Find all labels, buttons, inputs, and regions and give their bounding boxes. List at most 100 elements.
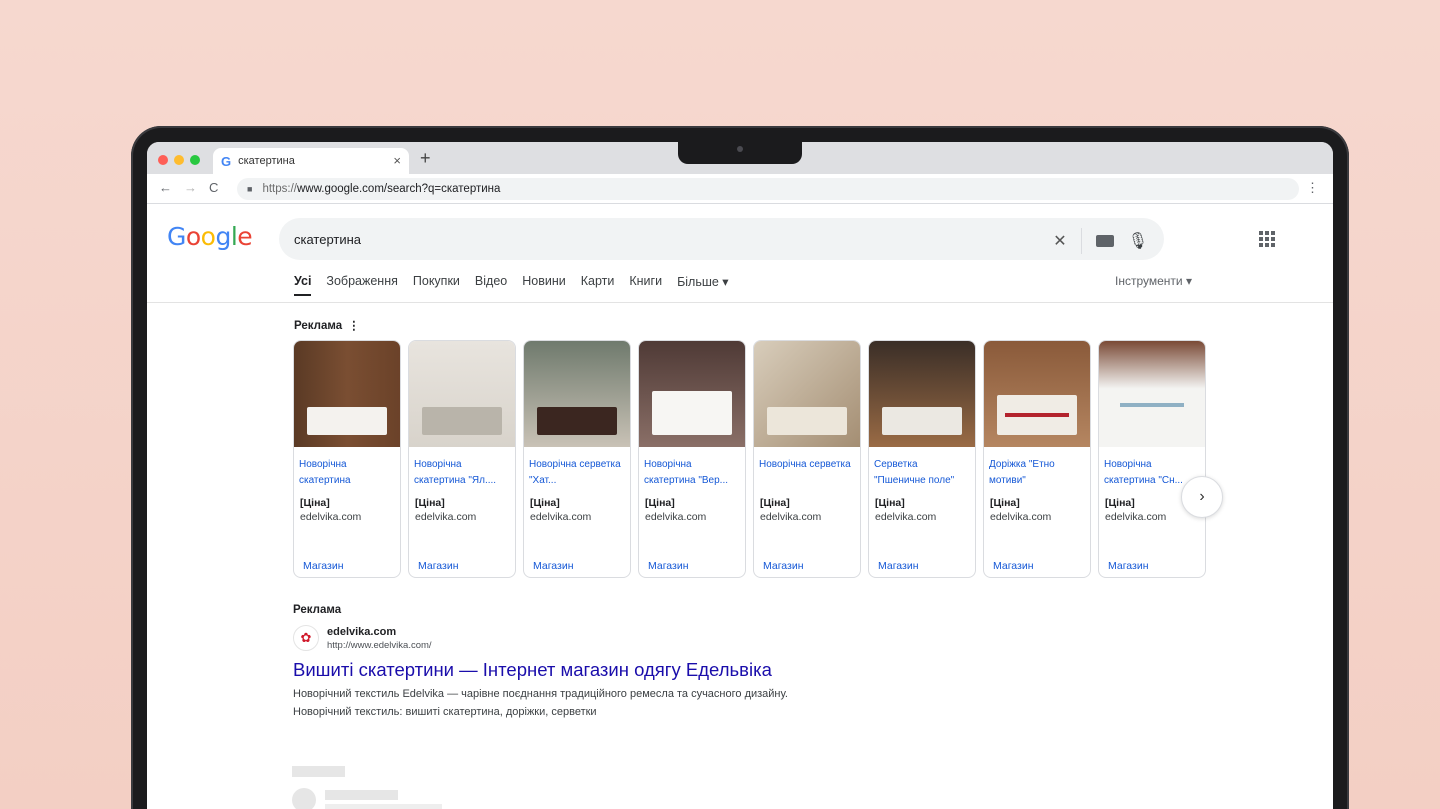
search-actions: ✕ 🎙 [1053, 228, 1148, 254]
apps-grid-icon[interactable] [1259, 231, 1275, 247]
product-title[interactable]: Серветка "Пшеничне поле" [869, 447, 975, 497]
maximize-window-button[interactable] [190, 155, 200, 165]
tablecloth-shape [766, 407, 848, 435]
url-field[interactable]: ■ https:// www.google.com/search?q=скате… [237, 178, 1299, 200]
product-domain: edelvika.com [875, 511, 937, 523]
carousel-next-button[interactable]: › [1181, 476, 1223, 518]
shop-link[interactable]: Магазин [878, 560, 919, 572]
product-title[interactable]: Доріжка "Етно мотиви" [984, 447, 1090, 497]
lock-icon: ■ [247, 184, 253, 194]
product-title[interactable]: Новорічна серветка "Хат... [524, 447, 630, 497]
tab-images[interactable]: Зображення [326, 274, 397, 296]
product-image [294, 341, 400, 447]
divider [147, 302, 1333, 303]
ad-domain: edelvika.com [327, 625, 397, 638]
product-image [869, 341, 975, 447]
close-window-button[interactable] [158, 155, 168, 165]
tab-shopping[interactable]: Покупки [413, 274, 460, 296]
product-title[interactable]: Новорічна серветка [754, 447, 860, 497]
shop-link[interactable]: Магазин [993, 560, 1034, 572]
shop-link[interactable]: Магазин [1108, 560, 1149, 572]
ad-headline-link[interactable]: Вишиті скатертини — Інтернет магазин одя… [293, 659, 893, 681]
runner-shape [1120, 403, 1184, 407]
reload-icon[interactable]: C [209, 180, 218, 195]
shop-link[interactable]: Магазин [303, 560, 344, 572]
product-title[interactable]: Новорічна скатертина "Ял.... [409, 447, 515, 497]
product-card[interactable]: Доріжка "Етно мотиви" [Ціна] edelvika.co… [983, 340, 1091, 578]
product-image [639, 341, 745, 447]
shop-link[interactable]: Магазин [418, 560, 459, 572]
product-card[interactable]: Новорічна скатертина "Вер... [Ціна] edel… [638, 340, 746, 578]
google-favicon-icon: G [221, 153, 232, 169]
back-icon[interactable]: ← [159, 180, 172, 195]
tablecloth-shape [536, 407, 618, 435]
product-domain: edelvika.com [760, 511, 822, 523]
product-card[interactable]: Новорічна серветка [Ціна] edelvika.com М… [753, 340, 861, 578]
tab-news[interactable]: Новини [522, 274, 566, 296]
loading-skeleton [325, 804, 442, 809]
divider [1080, 228, 1082, 254]
product-price: [Ціна] [645, 497, 675, 509]
tablecloth-shape [881, 407, 963, 435]
browser-window: G скатертина × + ← → C ■ https:// www.go… [147, 142, 1333, 809]
forward-icon[interactable]: → [184, 180, 197, 195]
loading-skeleton [325, 790, 398, 800]
google-results-page: Google скатертина ✕ 🎙 Усі Зображення Пок… [147, 204, 1333, 809]
search-input[interactable]: скатертина ✕ 🎙 [279, 218, 1164, 260]
product-card[interactable]: Новорічна серветка "Хат... [Ціна] edelvi… [523, 340, 631, 578]
shopping-ads-label: Реклама ⋮ [294, 318, 360, 332]
browser-tab[interactable]: G скатертина × [213, 148, 409, 174]
laptop-frame: G скатертина × + ← → C ■ https:// www.go… [131, 126, 1349, 809]
product-card[interactable]: Серветка "Пшеничне поле" [Ціна] edelvika… [868, 340, 976, 578]
clear-search-icon[interactable]: ✕ [1053, 231, 1066, 251]
product-price: [Ціна] [760, 497, 790, 509]
product-price: [Ціна] [875, 497, 905, 509]
new-tab-button[interactable]: + [420, 148, 431, 169]
product-card[interactable]: Новорічна скатертина [Ціна] edelvika.com… [293, 340, 401, 578]
product-price: [Ціна] [415, 497, 445, 509]
product-price: [Ціна] [530, 497, 560, 509]
nav-buttons: ← → C [159, 180, 218, 195]
camera-notch [678, 142, 802, 164]
product-domain: edelvika.com [415, 511, 477, 523]
tab-title: скатертина [238, 155, 295, 167]
camera-icon [737, 146, 743, 152]
shop-link[interactable]: Магазин [763, 560, 804, 572]
product-title[interactable]: Новорічна скатертина "Вер... [639, 447, 745, 497]
product-title[interactable]: Новорічна скатертина [294, 447, 400, 497]
shop-link[interactable]: Магазин [648, 560, 689, 572]
tab-books[interactable]: Книги [629, 274, 662, 296]
product-card[interactable]: Новорічна скатертина "Сн... [Ціна] edelv… [1098, 340, 1206, 578]
search-tabs: Усі Зображення Покупки Відео Новини Карт… [294, 274, 729, 296]
keyboard-icon[interactable] [1095, 235, 1114, 247]
ad-label: Реклама [293, 604, 342, 616]
tab-maps[interactable]: Карти [581, 274, 615, 296]
ad-site[interactable]: ✿ edelvika.com http://www.edelvika.com/ [293, 625, 893, 651]
product-image [754, 341, 860, 447]
product-card[interactable]: Новорічна скатертина "Ял.... [Ціна] edel… [408, 340, 516, 578]
more-options-icon[interactable]: ⋮ [348, 320, 360, 332]
tab-videos[interactable]: Відео [475, 274, 507, 296]
ad-url: http://www.edelvika.com/ [327, 639, 432, 651]
tools-button[interactable]: Інструменти ▾ [1115, 274, 1192, 288]
window-controls [158, 155, 200, 165]
logo-letter: g [215, 222, 231, 251]
tablecloth-shape [421, 407, 503, 435]
tablecloth-shape [306, 407, 388, 435]
microphone-icon[interactable]: 🎙 [1128, 231, 1148, 251]
logo-letter: o [185, 222, 201, 251]
browser-menu-icon[interactable]: ⋮ [1306, 180, 1319, 196]
tab-all[interactable]: Усі [294, 274, 312, 296]
ad-description: Новорічний текстиль Edelvika — чарівне п… [293, 688, 788, 718]
google-logo[interactable]: Google [167, 222, 253, 251]
minimize-window-button[interactable] [174, 155, 184, 165]
text-ad: Реклама ✿ edelvika.com http://www.edelvi… [293, 604, 893, 721]
product-image [1099, 341, 1205, 447]
product-image [409, 341, 515, 447]
product-domain: edelvika.com [645, 511, 707, 523]
shop-link[interactable]: Магазин [533, 560, 574, 572]
tab-more[interactable]: Більше ▾ [677, 274, 729, 296]
product-domain: edelvika.com [990, 511, 1052, 523]
close-tab-icon[interactable]: × [393, 153, 401, 168]
product-domain: edelvika.com [530, 511, 592, 523]
